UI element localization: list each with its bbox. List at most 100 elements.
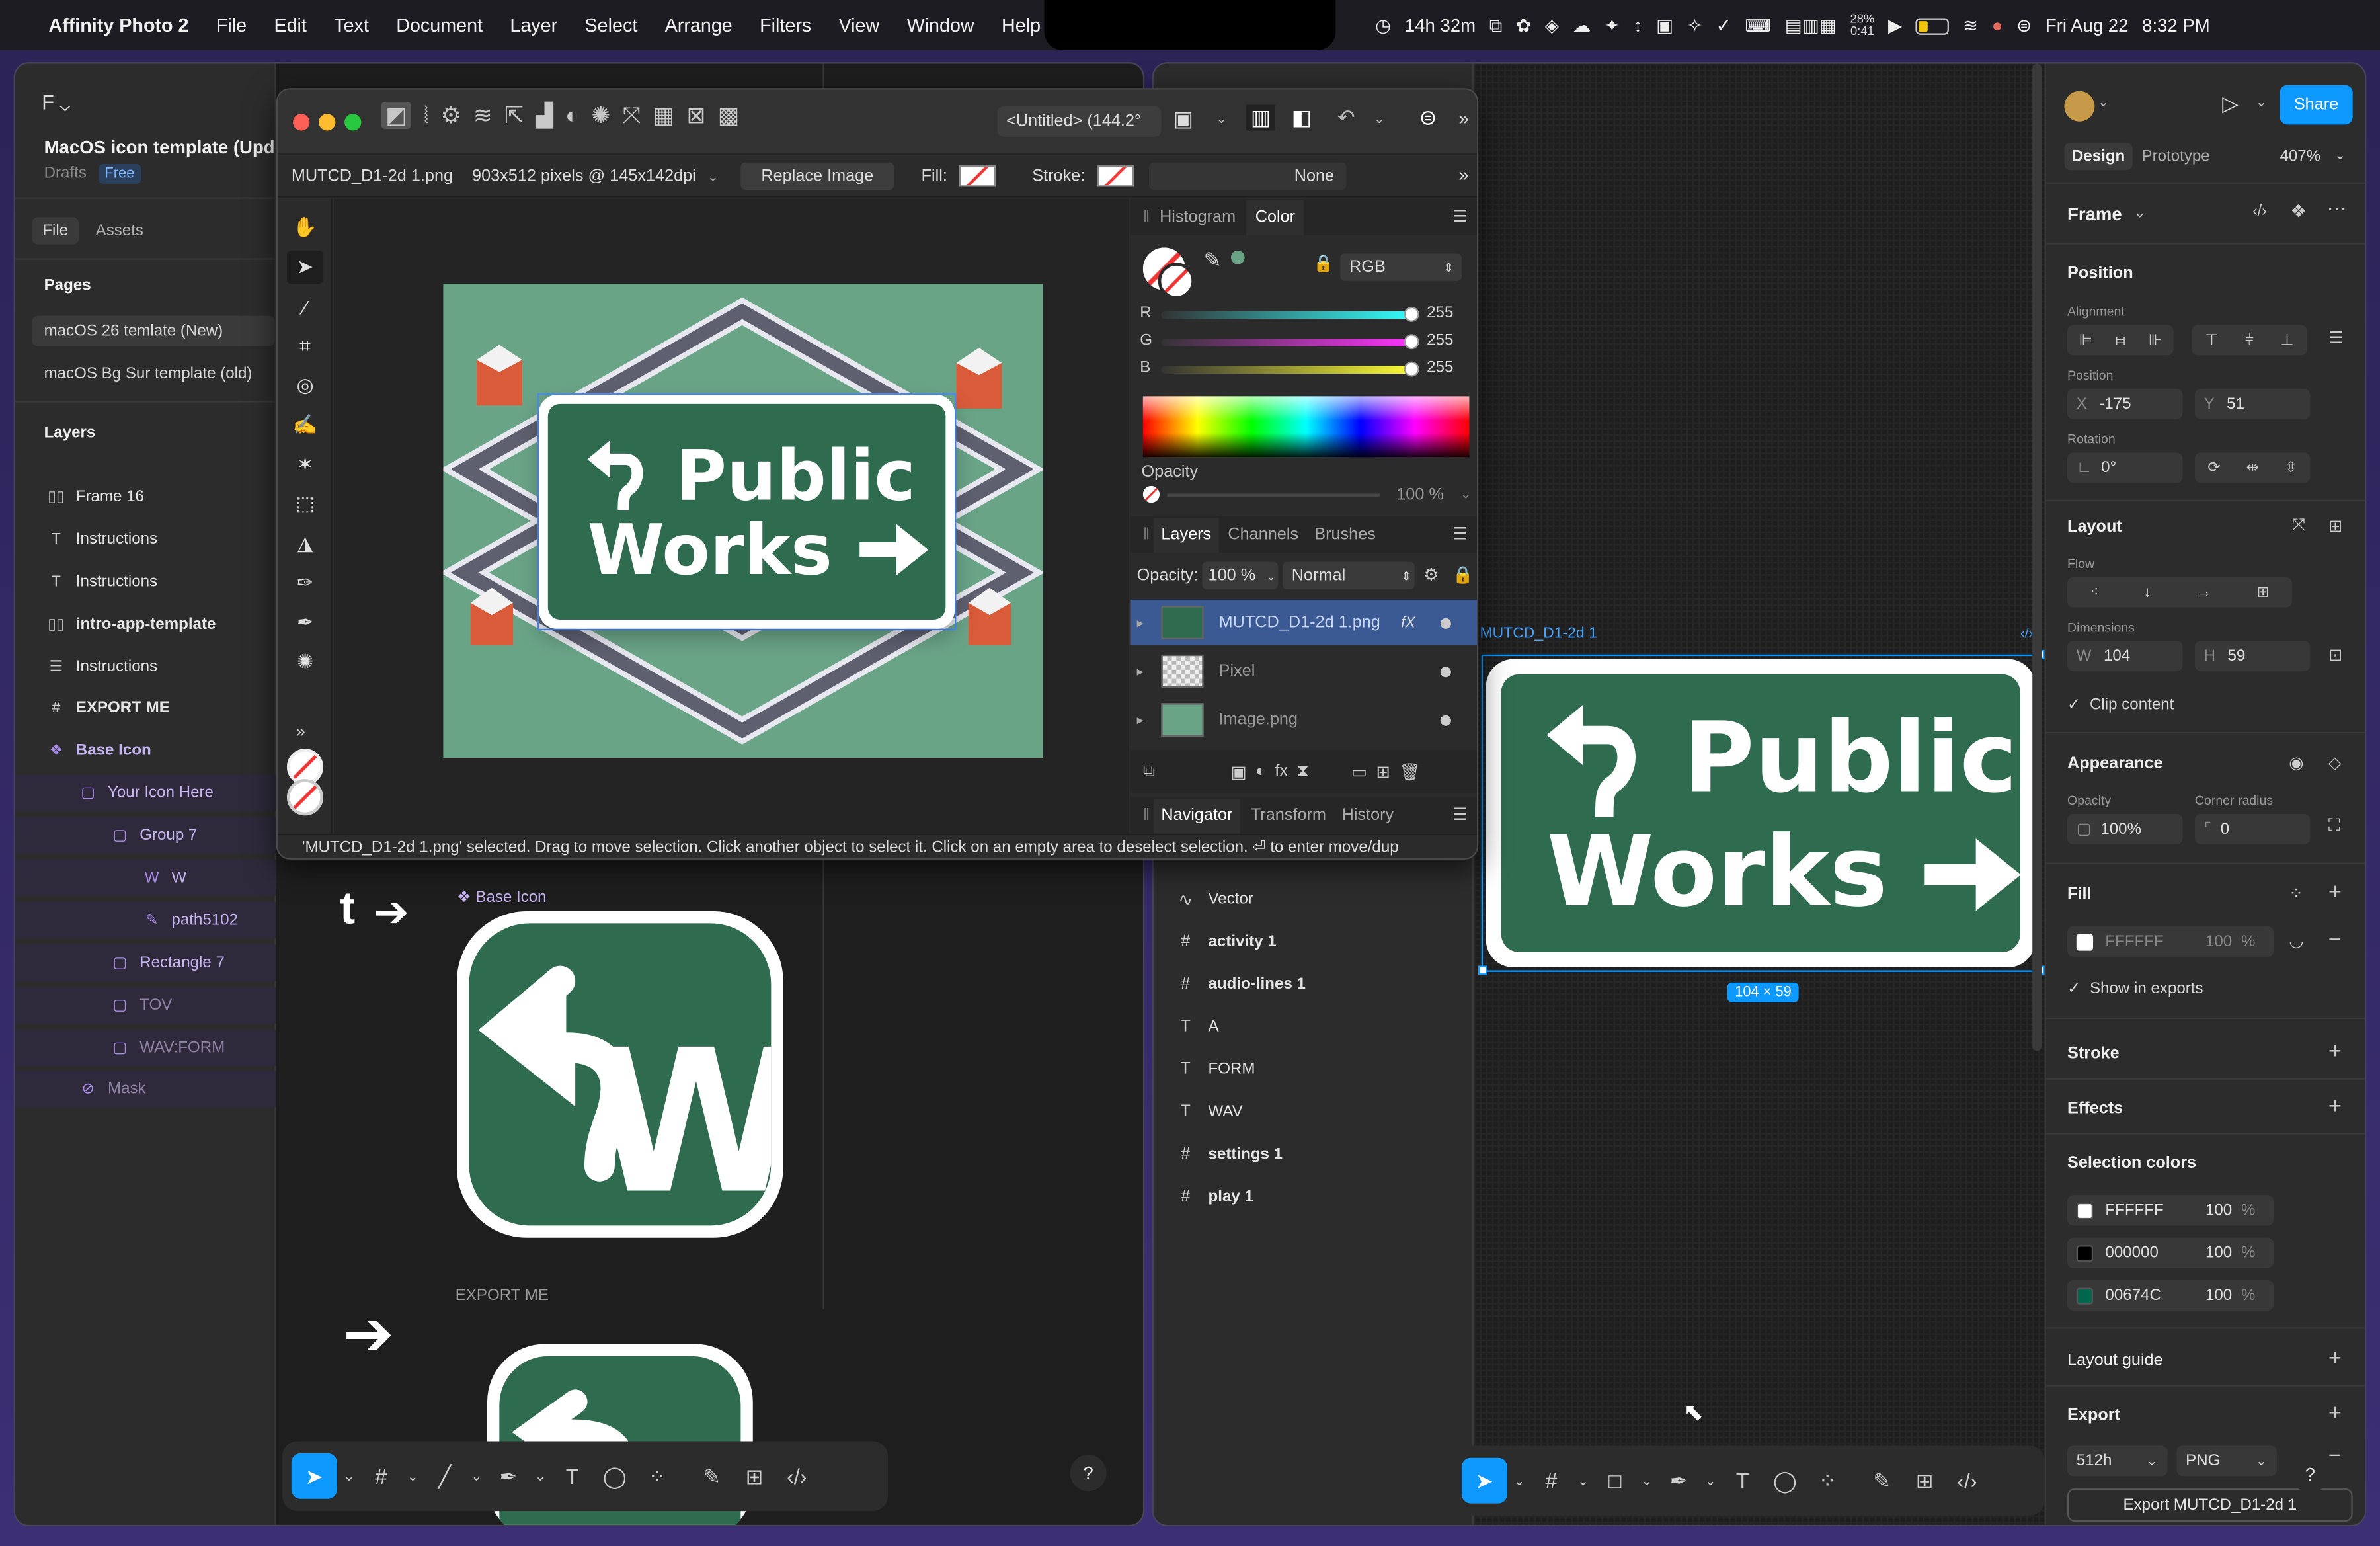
stroke-width-field[interactable]: None (1148, 162, 1347, 190)
check-icon[interactable]: ✓ (2067, 979, 2081, 998)
channel-value[interactable]: 255 (1427, 358, 1453, 377)
menu-filters[interactable]: Filters (760, 15, 811, 36)
grip-icon[interactable]: ‖ (1143, 526, 1150, 544)
layer-row[interactable]: # play 1 (1154, 1178, 1474, 1215)
color-opacity[interactable]: 100 (2205, 1244, 2232, 1262)
comment-tool-icon[interactable]: ◯ (595, 1456, 635, 1496)
pen-tool-icon[interactable]: ✒ (1659, 1461, 1698, 1500)
add-effect-icon[interactable]: + (2328, 1094, 2342, 1119)
design-mode-icon[interactable]: ⊞ (734, 1456, 774, 1496)
inpainting-tool-icon[interactable]: ✺ (287, 645, 323, 679)
lock-icon[interactable]: 🔒 (1313, 254, 1333, 274)
chevron-down-icon[interactable]: ⌄ (1574, 1461, 1593, 1500)
layer-row[interactable]: # settings 1 (1154, 1136, 1474, 1172)
layer-row[interactable]: ▯▯ Frame 16 (15, 478, 276, 514)
frame-tool-icon[interactable]: # (1532, 1461, 1571, 1500)
picked-color-dot[interactable] (1230, 250, 1245, 264)
export-size-select[interactable]: 512h ⌄ (2067, 1445, 2168, 1477)
page-item-old[interactable]: macOS Bg Sur template (old) (44, 364, 253, 383)
fx-badge[interactable]: fX (1401, 614, 1435, 631)
auto-layout-icon[interactable]: ⊞ (2328, 516, 2342, 536)
add-layer-icon[interactable]: ⊞ (1376, 762, 1390, 782)
frame-label[interactable]: MUTCD_D1-2d 1 (1480, 626, 1597, 642)
chevron-down-icon[interactable]: ⌄ (1702, 1461, 1720, 1500)
fill-swatch[interactable] (959, 165, 996, 187)
fill-hex[interactable]: FFFFFF (2105, 932, 2205, 951)
width-field[interactable]: W 104 (2067, 641, 2183, 672)
wifi-icon[interactable]: ≋ (1963, 15, 1978, 36)
menu-file[interactable]: File (216, 15, 247, 36)
opacity-field[interactable]: ▢ 100% (2067, 813, 2183, 844)
menu-help[interactable]: Help (1002, 15, 1041, 36)
check-icon[interactable]: ✓ (2067, 696, 2081, 714)
draw-mode-icon[interactable]: ✎ (692, 1456, 732, 1496)
vertical-flow-icon[interactable]: ↓ (2144, 584, 2151, 600)
layout-icon[interactable]: ▤▥▦ (1785, 15, 1837, 36)
auto-contrast-icon[interactable]: ◐ (565, 102, 579, 128)
layer-row[interactable]: ▢WAV:FORM◡ (15, 1030, 315, 1067)
radius-value[interactable]: 0 (2221, 820, 2229, 838)
tab-transform[interactable]: Transform (1251, 806, 1326, 825)
public-works-sign[interactable]: Public Works (1486, 659, 2036, 967)
comment-tool-icon[interactable]: ◯ (1765, 1461, 1805, 1500)
selection-color-row[interactable]: 000000 100% (2067, 1237, 2274, 1268)
more-icon[interactable]: ⋯ (2327, 198, 2347, 222)
color-hex[interactable]: FFFFFF (2105, 1201, 2205, 1220)
align-left-icon[interactable]: ⊫ (2079, 332, 2092, 348)
align-icon[interactable]: ▥ (1246, 104, 1276, 131)
paint-brush-tool-icon[interactable]: ✍ (287, 409, 323, 442)
control-center-icon[interactable]: ⊜ (2016, 15, 2032, 36)
more-icon[interactable]: » (1458, 108, 1468, 129)
hand-tool-icon[interactable]: ✋ (287, 211, 323, 245)
align-center-icon[interactable]: ⧦ (2116, 332, 2125, 348)
color-opacity[interactable]: 100 (2205, 1201, 2232, 1220)
color-hex[interactable]: 000000 (2105, 1244, 2205, 1262)
layer-row[interactable]: # EXPORT ME (15, 690, 276, 726)
minimize-button[interactable] (319, 114, 336, 131)
export-persona-icon[interactable]: ⇱ (504, 102, 524, 129)
tab-brushes[interactable]: Brushes (1314, 526, 1376, 544)
channel-value[interactable]: 255 (1427, 331, 1453, 350)
component-icon[interactable]: ❖ (2291, 200, 2307, 222)
affinity-layer-row[interactable]: ▸ MUTCD_D1-2d 1.png fX (1130, 600, 1477, 646)
zoom-button[interactable] (344, 114, 362, 131)
code-icon[interactable]: ‹/› (2020, 626, 2034, 641)
channel-slider[interactable] (1161, 311, 1417, 319)
chevron-down-icon[interactable]: ⌄ (2134, 205, 2145, 222)
radius-field[interactable]: ⌜ 0 (2194, 813, 2311, 844)
expand-icon[interactable]: ▸ (1137, 712, 1158, 728)
subtract-mode-icon[interactable]: ⊠ (687, 102, 706, 129)
user-icon[interactable]: ● (1992, 15, 2003, 36)
develop-persona-icon[interactable]: ⚙ (441, 102, 461, 129)
fill-swatch[interactable] (2076, 933, 2094, 950)
remove-export-icon[interactable]: − (2328, 1443, 2341, 1467)
selection-brush-tool-icon[interactable]: ✶ (287, 448, 323, 481)
adjustment-icon[interactable]: ◐ (1255, 762, 1265, 781)
timer-text[interactable]: 14h 32m (1405, 15, 1476, 36)
flip-vertical-icon[interactable]: ⇳ (2285, 460, 2297, 476)
file-title[interactable]: MacOS icon template (Upd... (44, 137, 290, 158)
layer-row[interactable]: ⊘ Mask (15, 1071, 276, 1108)
flip-horizontal-icon[interactable]: ⇹ (2246, 460, 2258, 476)
close-button[interactable] (293, 114, 310, 131)
stroke-color-circle[interactable] (1158, 263, 1195, 300)
collapse-icon[interactable]: ⤧ (2292, 516, 2305, 536)
rotate-icon[interactable]: ⟳ (2207, 460, 2220, 476)
keyboard-icon[interactable]: ⌨ (1745, 15, 1771, 36)
align-top-icon[interactable]: ⊤ (2205, 332, 2218, 348)
red-eye-tool-icon[interactable]: ◎ (287, 369, 323, 403)
x-field[interactable]: X -175 (2067, 388, 2183, 419)
layer-row[interactable]: ☰ Instructions (15, 649, 276, 685)
tab-layers[interactable]: Layers (1153, 518, 1219, 553)
affinity-layer-row[interactable]: ▸ Image.png (1130, 697, 1476, 743)
shield-icon[interactable]: ◈ (1545, 15, 1559, 36)
chevron-down-icon[interactable]: ⌄ (707, 169, 719, 185)
opacity-value[interactable]: 100% (2100, 820, 2141, 838)
arrange-icon[interactable]: ◧ (1292, 104, 1312, 130)
add-fill-icon[interactable]: + (2328, 879, 2342, 905)
pen-tool-icon[interactable]: ✒ (489, 1456, 528, 1496)
tab-history[interactable]: History (1342, 806, 1394, 825)
arrows-icon[interactable]: ↕ (1634, 15, 1643, 36)
move-tool-icon[interactable]: ➤ (291, 1453, 337, 1499)
zoom-level[interactable]: 407% (2280, 147, 2320, 166)
